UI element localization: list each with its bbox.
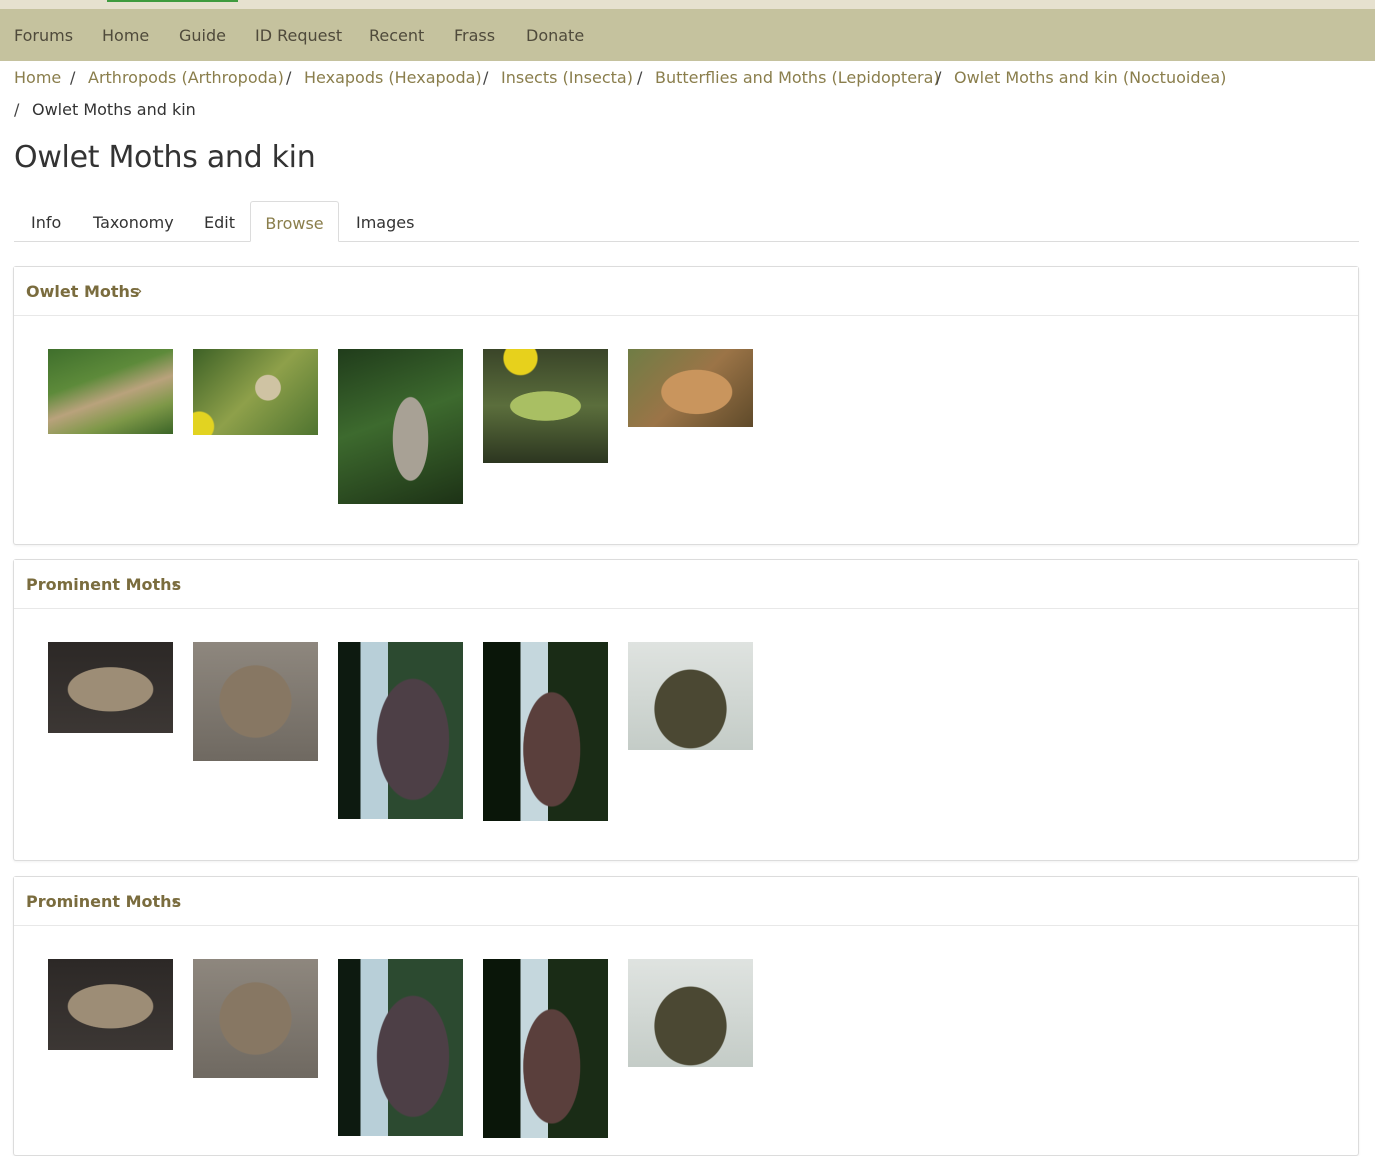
breadcrumb-separator: /	[483, 68, 489, 87]
main-navbar: Forums Home Guide ID Request Recent Fras…	[0, 9, 1375, 61]
breadcrumb-home[interactable]: Home	[14, 68, 61, 87]
nav-home[interactable]: Home	[102, 26, 149, 45]
nav-guide[interactable]: Guide	[179, 26, 226, 45]
top-accent-bar	[107, 0, 238, 2]
tab-browse[interactable]: Browse	[250, 201, 339, 242]
chevron-right-icon[interactable]: ›	[136, 281, 142, 300]
nav-donate[interactable]: Donate	[526, 26, 584, 45]
nav-forums[interactable]: Forums	[14, 26, 73, 45]
breadcrumb-noctuoidea[interactable]: Owlet Moths and kin (Noctuoidea)	[954, 68, 1226, 87]
breadcrumb-separator: /	[14, 100, 20, 119]
moth-thumbnail[interactable]	[193, 642, 318, 761]
breadcrumb-separator: /	[70, 68, 76, 87]
moth-thumbnail[interactable]	[338, 349, 463, 504]
breadcrumb-separator: /	[936, 68, 942, 87]
group-title-link[interactable]: Prominent Moths	[26, 892, 181, 911]
tab-taxonomy[interactable]: Taxonomy	[93, 201, 174, 242]
chevron-right-icon[interactable]: ›	[172, 891, 178, 910]
breadcrumb-separator: /	[286, 68, 292, 87]
moth-thumbnail[interactable]	[193, 349, 318, 435]
moth-thumbnail[interactable]	[628, 642, 753, 750]
breadcrumb-arthropods[interactable]: Arthropods (Arthropoda)	[88, 68, 284, 87]
group-title-link[interactable]: Owlet Moths	[26, 282, 139, 301]
group-title-link[interactable]: Prominent Moths	[26, 575, 181, 594]
moth-thumbnail[interactable]	[338, 642, 463, 819]
moth-thumbnail[interactable]	[48, 642, 173, 733]
nav-id-request[interactable]: ID Request	[255, 26, 342, 45]
nav-recent[interactable]: Recent	[369, 26, 424, 45]
breadcrumb-separator: /	[637, 68, 643, 87]
moth-thumbnail[interactable]	[483, 642, 608, 821]
group-card-header: Owlet Moths ›	[14, 267, 1358, 316]
tab-edit[interactable]: Edit	[204, 201, 235, 242]
group-card: Owlet Moths ›	[13, 266, 1359, 545]
group-card-header: Prominent Moths ›	[14, 560, 1358, 609]
moth-thumbnail[interactable]	[338, 959, 463, 1136]
tab-images[interactable]: Images	[356, 201, 414, 242]
moth-thumbnail[interactable]	[628, 959, 753, 1067]
group-card-header: Prominent Moths ›	[14, 877, 1358, 926]
breadcrumb-current: Owlet Moths and kin	[32, 100, 196, 119]
breadcrumb-insects[interactable]: Insects (Insecta)	[501, 68, 633, 87]
moth-thumbnail[interactable]	[48, 959, 173, 1050]
breadcrumb-hexapods[interactable]: Hexapods (Hexapoda)	[304, 68, 482, 87]
nav-frass[interactable]: Frass	[454, 26, 495, 45]
chevron-right-icon[interactable]: ›	[172, 574, 178, 593]
moth-thumbnail[interactable]	[483, 959, 608, 1138]
moth-thumbnail[interactable]	[193, 959, 318, 1078]
moth-thumbnail[interactable]	[48, 349, 173, 434]
tab-info[interactable]: Info	[31, 201, 61, 242]
group-card: Prominent Moths ›	[13, 876, 1359, 1156]
page-title: Owlet Moths and kin	[14, 140, 316, 175]
moth-thumbnail[interactable]	[483, 349, 608, 463]
group-card: Prominent Moths ›	[13, 559, 1359, 861]
moth-thumbnail[interactable]	[628, 349, 753, 427]
breadcrumb-lepidoptera[interactable]: Butterflies and Moths (Lepidoptera)	[655, 68, 940, 87]
top-strip	[0, 0, 1375, 9]
